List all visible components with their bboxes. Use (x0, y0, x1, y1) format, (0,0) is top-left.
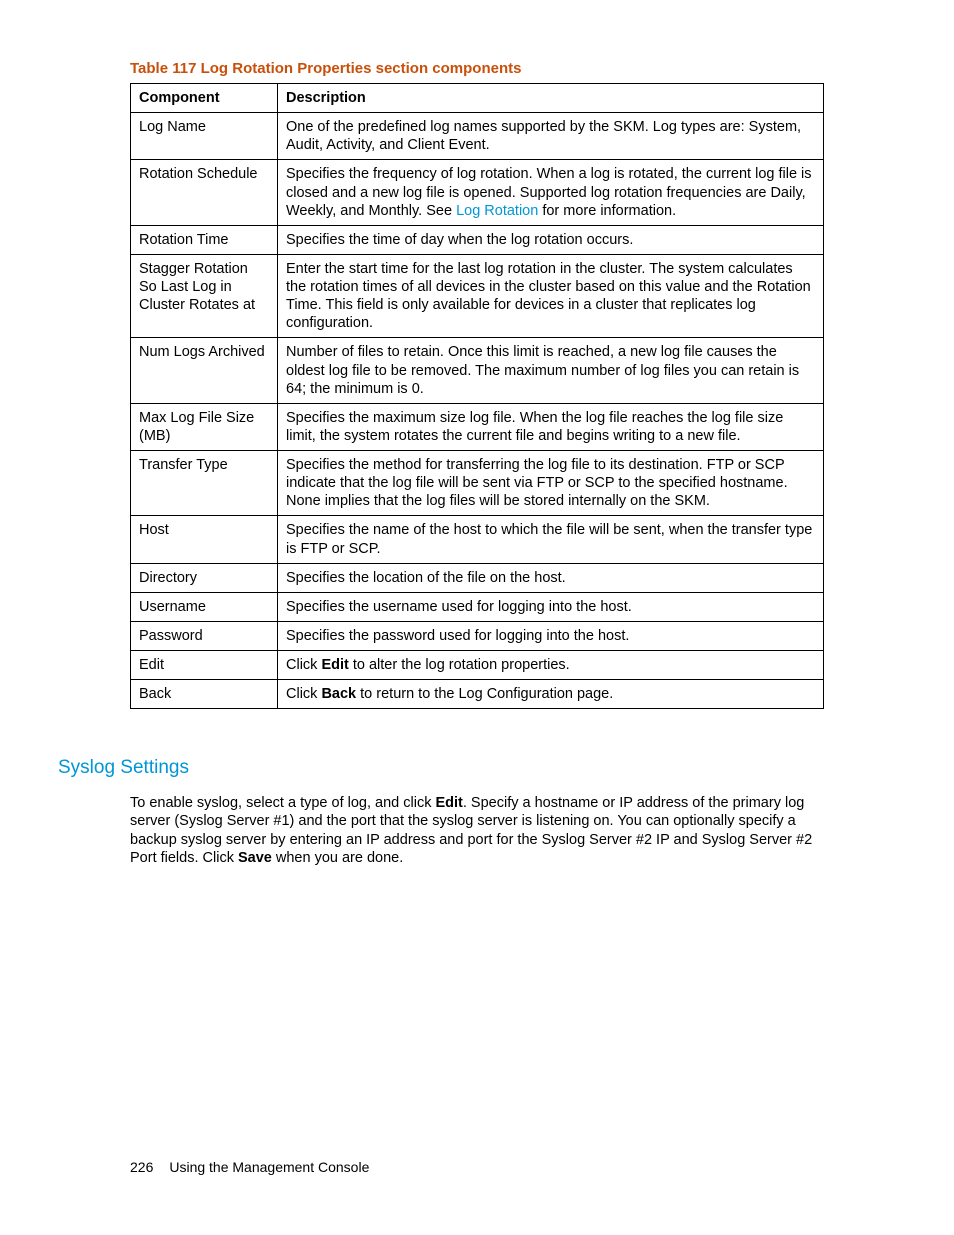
table-row: Stagger Rotation So Last Log in Cluster … (131, 254, 824, 338)
component-cell: Rotation Schedule (131, 160, 278, 225)
table-row: Password Specifies the password used for… (131, 621, 824, 650)
footer-title: Using the Management Console (169, 1159, 369, 1175)
table-row: Transfer Type Specifies the method for t… (131, 451, 824, 516)
table-header-component: Component (131, 84, 278, 113)
description-cell: Specifies the username used for logging … (278, 592, 824, 621)
description-cell: Specifies the time of day when the log r… (278, 225, 824, 254)
description-cell: Specifies the location of the file on th… (278, 563, 824, 592)
component-cell: Edit (131, 651, 278, 680)
log-rotation-link[interactable]: Log Rotation (456, 203, 538, 219)
description-cell: Specifies the maximum size log file. Whe… (278, 403, 824, 450)
component-cell: Directory (131, 563, 278, 592)
description-cell: Specifies the method for transferring th… (278, 451, 824, 516)
table-row: Username Specifies the username used for… (131, 592, 824, 621)
component-cell: Username (131, 592, 278, 621)
component-cell: Max Log File Size (MB) (131, 403, 278, 450)
description-cell: Specifies the frequency of log rotation.… (278, 160, 824, 225)
page-footer: 226 Using the Management Console (130, 1159, 369, 1175)
table-row: Directory Specifies the location of the … (131, 563, 824, 592)
description-cell: Specifies the name of the host to which … (278, 516, 824, 563)
table-row: Host Specifies the name of the host to w… (131, 516, 824, 563)
description-cell: Click Back to return to the Log Configur… (278, 680, 824, 709)
description-cell: Click Edit to alter the log rotation pro… (278, 651, 824, 680)
component-cell: Back (131, 680, 278, 709)
component-cell: Transfer Type (131, 451, 278, 516)
table-row: Num Logs Archived Number of files to ret… (131, 338, 824, 403)
table-caption: Table 117 Log Rotation Properties sectio… (130, 60, 824, 77)
table-row: Rotation Time Specifies the time of day … (131, 225, 824, 254)
component-cell: Host (131, 516, 278, 563)
component-cell: Password (131, 621, 278, 650)
table-row: Back Click Back to return to the Log Con… (131, 680, 824, 709)
component-cell: Num Logs Archived (131, 338, 278, 403)
table-row: Max Log File Size (MB) Specifies the max… (131, 403, 824, 450)
description-cell: Number of files to retain. Once this lim… (278, 338, 824, 403)
description-cell: One of the predefined log names supporte… (278, 113, 824, 160)
table-header-description: Description (278, 84, 824, 113)
component-cell: Log Name (131, 113, 278, 160)
table-row: Rotation Schedule Specifies the frequenc… (131, 160, 824, 225)
syslog-settings-heading: Syslog Settings (58, 757, 824, 779)
description-cell: Specifies the password used for logging … (278, 621, 824, 650)
table-row: Log Name One of the predefined log names… (131, 113, 824, 160)
table-row: Edit Click Edit to alter the log rotatio… (131, 651, 824, 680)
description-cell: Enter the start time for the last log ro… (278, 254, 824, 338)
component-cell: Stagger Rotation So Last Log in Cluster … (131, 254, 278, 338)
log-rotation-properties-table: Component Description Log Name One of th… (130, 83, 824, 709)
component-cell: Rotation Time (131, 225, 278, 254)
page-number: 226 (130, 1159, 153, 1175)
syslog-settings-paragraph: To enable syslog, select a type of log, … (130, 794, 824, 868)
